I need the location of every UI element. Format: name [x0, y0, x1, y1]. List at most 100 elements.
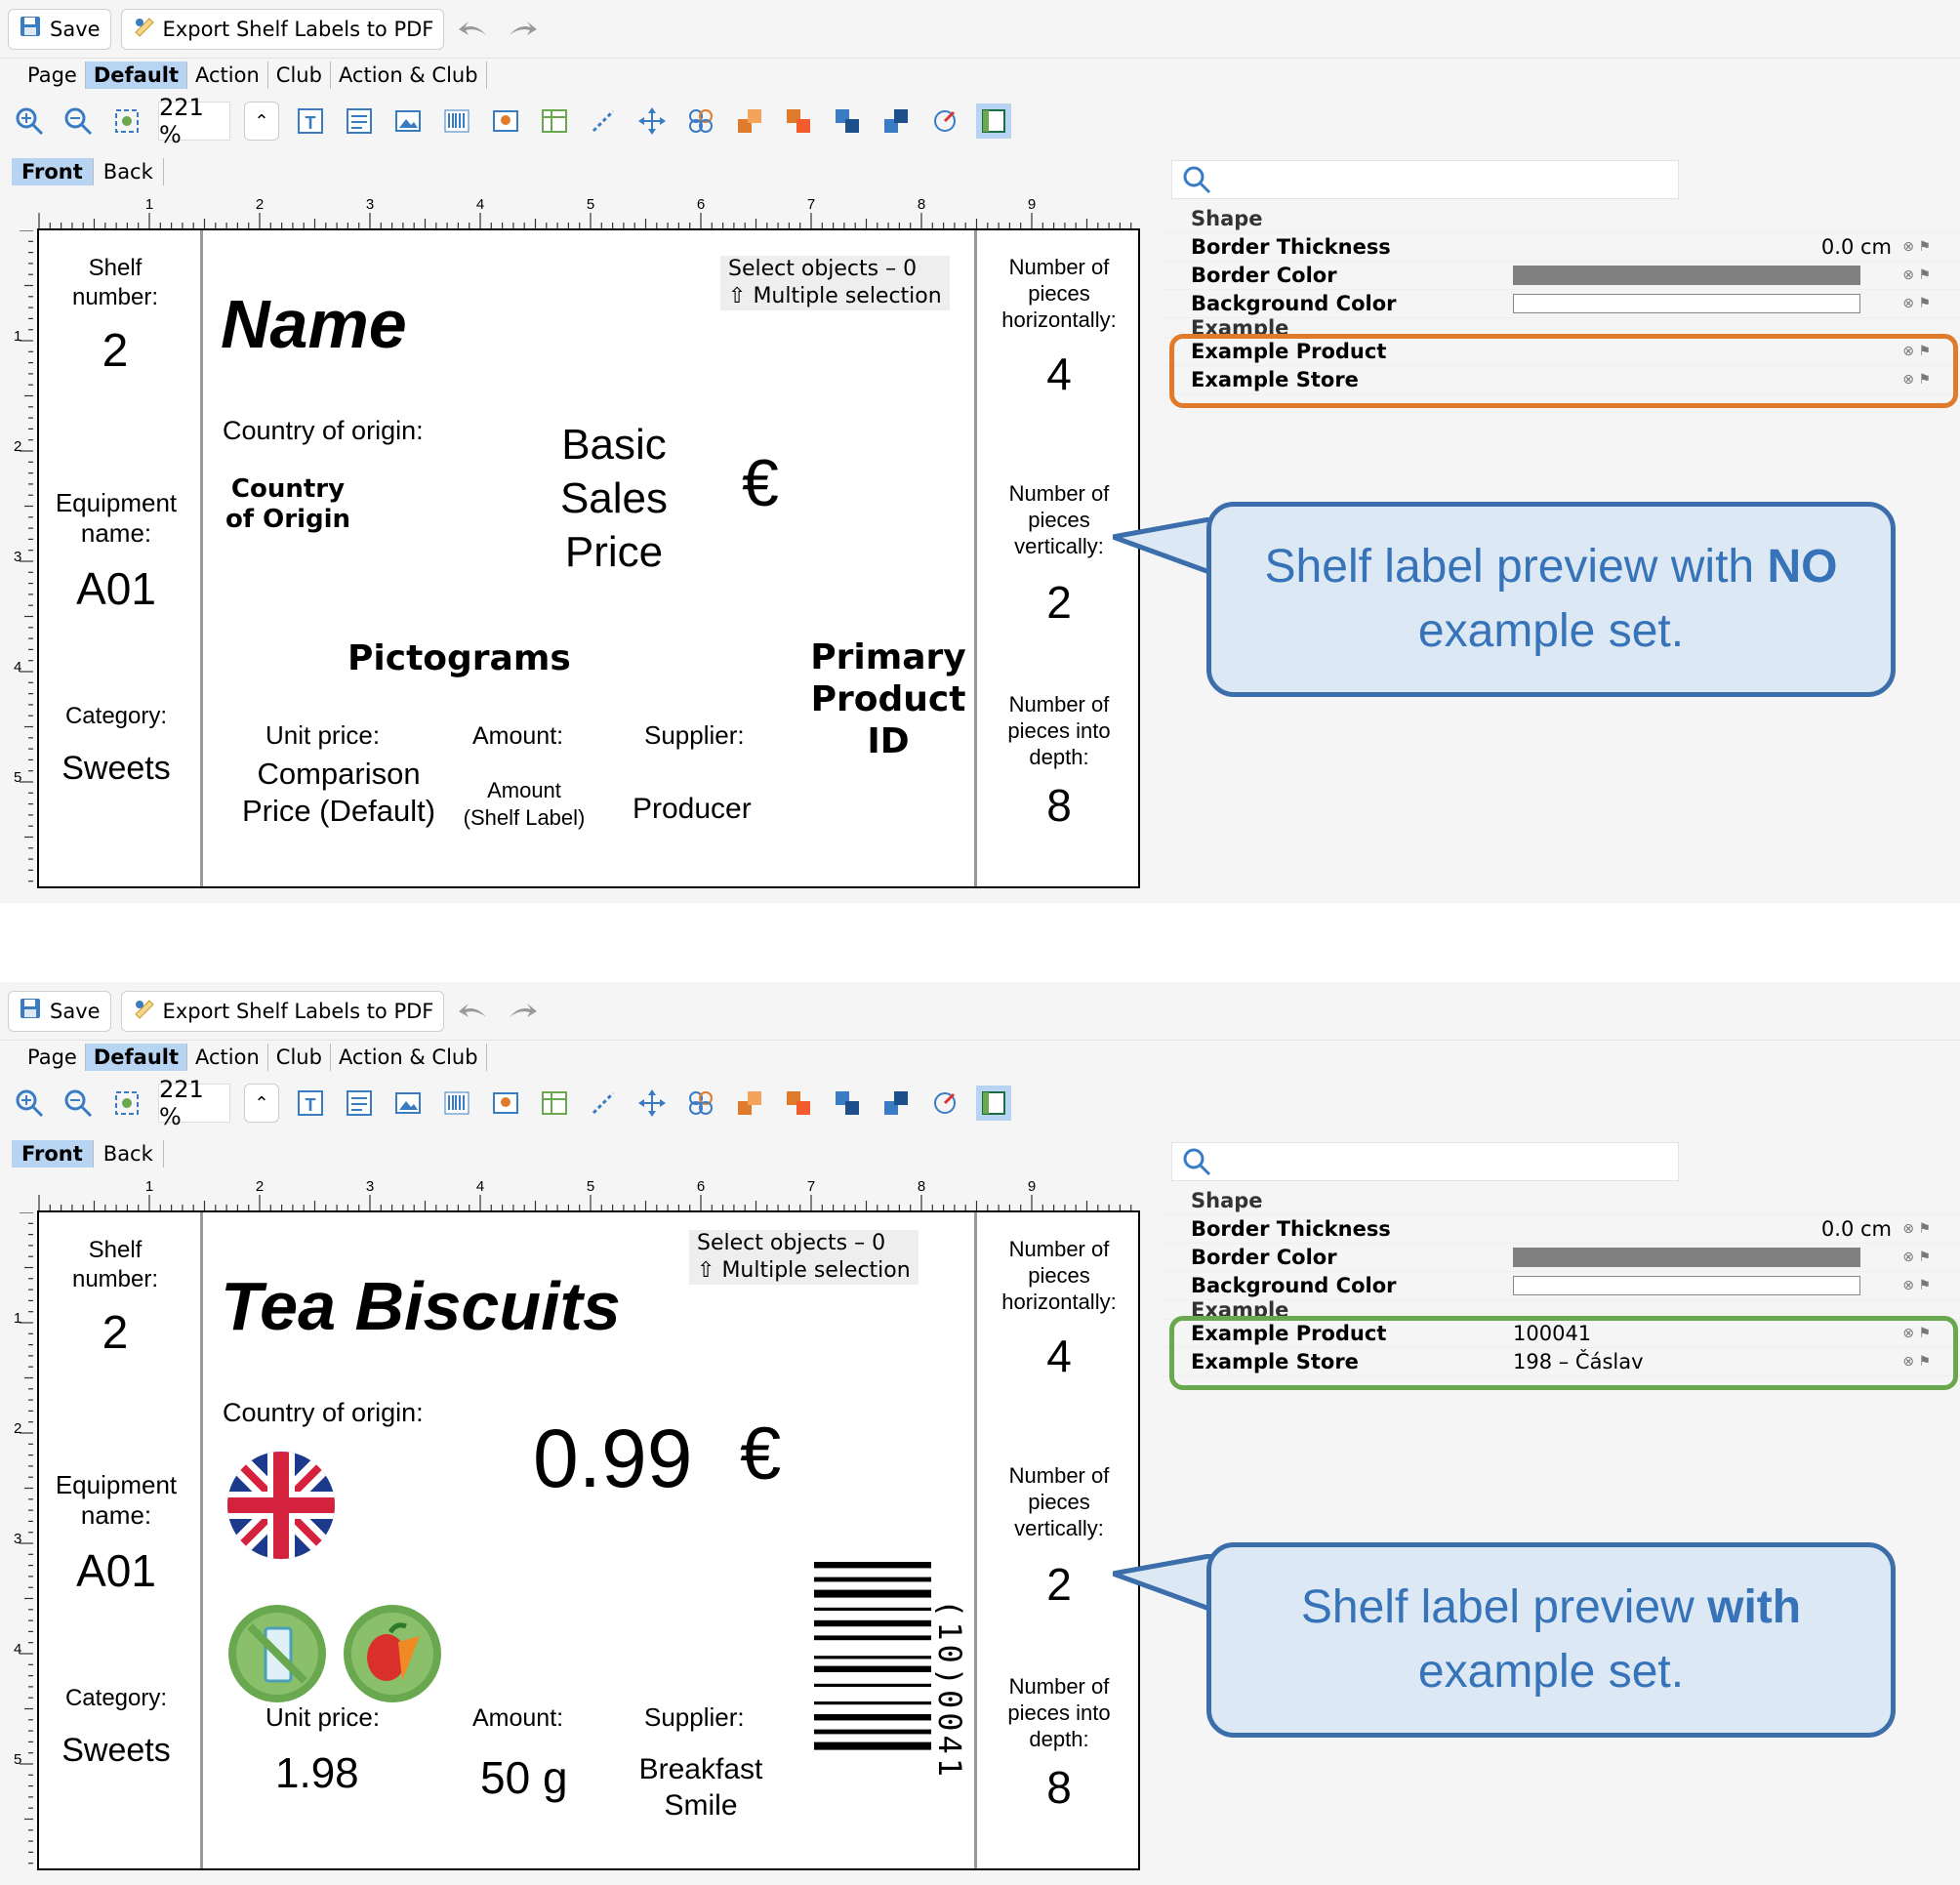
prop-background-color[interactable]: Background Color ⊗ ⚑: [1162, 290, 1960, 318]
group-tool-icon[interactable]: [683, 103, 718, 139]
barcode-bar: [814, 1665, 931, 1672]
reset-icon[interactable]: ⊗ ⚑: [1901, 1250, 1960, 1265]
line-tool-icon[interactable]: [586, 103, 621, 139]
reset-icon[interactable]: ⊗ ⚑: [1901, 1278, 1960, 1293]
prop-border-color[interactable]: Border Color ⊗ ⚑: [1162, 262, 1960, 290]
property-search-input[interactable]: [1171, 160, 1679, 199]
tab-action[interactable]: Action: [187, 1044, 268, 1071]
zoom-out-icon[interactable]: [61, 1086, 96, 1121]
tab-default[interactable]: Default: [85, 1044, 188, 1071]
undo-icon[interactable]: [454, 992, 493, 1031]
prop-border-thickness[interactable]: Border Thickness 0.0 cm ⊗ ⚑: [1162, 233, 1960, 262]
zoom-stepper[interactable]: ⌃: [244, 1084, 279, 1123]
redo-icon[interactable]: [503, 992, 542, 1031]
tab-default[interactable]: Default: [85, 61, 188, 89]
barcode-bar: [814, 1701, 931, 1705]
main-toolbar: Save Export Shelf Labels to PDF: [0, 0, 1960, 59]
move-tool-icon[interactable]: [634, 103, 670, 139]
reset-icon[interactable]: ⊗ ⚑: [1901, 296, 1960, 311]
border-color-swatch[interactable]: [1513, 266, 1860, 285]
bring-forward-icon[interactable]: [732, 103, 767, 139]
zoom-level-field[interactable]: 221 %: [158, 94, 230, 148]
barcode-tool-icon[interactable]: [439, 1086, 474, 1121]
image-tool-icon[interactable]: [390, 1086, 426, 1121]
frame-toggle-icon[interactable]: [976, 103, 1011, 139]
prop-background-color[interactable]: Background Color ⊗ ⚑: [1162, 1272, 1960, 1300]
tab-club[interactable]: Club: [268, 1044, 331, 1071]
line-tool-icon[interactable]: [586, 1086, 621, 1121]
save-button[interactable]: Save: [8, 8, 111, 50]
reset-icon[interactable]: ⊗ ⚑: [1901, 267, 1960, 283]
zoom-stepper[interactable]: ⌃: [244, 102, 279, 141]
zoom-in-icon[interactable]: [12, 103, 47, 139]
group-tool-icon[interactable]: [683, 1086, 718, 1121]
text-tool-icon[interactable]: T: [293, 103, 328, 139]
reset-icon[interactable]: ⊗ ⚑: [1901, 239, 1960, 255]
tab-club[interactable]: Club: [268, 61, 331, 89]
bring-to-front-icon[interactable]: [830, 1086, 865, 1121]
border-color-swatch[interactable]: [1513, 1248, 1860, 1267]
prop-border-thickness[interactable]: Border Thickness 0.0 cm ⊗ ⚑: [1162, 1215, 1960, 1244]
tab-back[interactable]: Back: [94, 158, 164, 185]
move-tool-icon[interactable]: [634, 1086, 670, 1121]
send-to-back-icon[interactable]: [878, 1086, 914, 1121]
export-pdf-button[interactable]: Export Shelf Labels to PDF: [120, 990, 445, 1032]
tab-page[interactable]: Page: [20, 1044, 86, 1071]
ruler-label: 1: [14, 328, 21, 345]
tab-page[interactable]: Page: [20, 61, 86, 89]
zoom-in-icon[interactable]: [12, 1086, 47, 1121]
reset-icon[interactable]: ⊗ ⚑: [1901, 1221, 1960, 1237]
table-tool-icon[interactable]: [537, 1086, 572, 1121]
side-tabs: Front Back: [12, 158, 164, 185]
tab-action-club[interactable]: Action & Club: [331, 1044, 487, 1071]
bring-forward-icon[interactable]: [732, 1086, 767, 1121]
rotate-tool-icon[interactable]: [927, 1086, 962, 1121]
property-search-input[interactable]: [1171, 1142, 1679, 1181]
pictogram-tool-icon[interactable]: [488, 103, 523, 139]
prop-border-color[interactable]: Border Color ⊗ ⚑: [1162, 1244, 1960, 1272]
select-objects-text: Select objects – 0: [728, 257, 918, 281]
label-left-column: Shelf number: 2 Equipment name: A01 Cate…: [39, 230, 203, 886]
tab-front[interactable]: Front: [12, 158, 94, 185]
editor-panel-with-example: Save Export Shelf Labels to PDF Page Def…: [0, 982, 1960, 1885]
pictogram-tool-icon[interactable]: [488, 1086, 523, 1121]
send-backward-icon[interactable]: [781, 103, 816, 139]
image-tool-icon[interactable]: [390, 103, 426, 139]
tab-back[interactable]: Back: [94, 1140, 164, 1168]
tab-action-club[interactable]: Action & Club: [331, 61, 487, 89]
save-button[interactable]: Save: [8, 990, 111, 1032]
redo-icon[interactable]: [503, 10, 542, 49]
textblock-tool-icon[interactable]: [342, 1086, 377, 1121]
text-tool-icon[interactable]: T: [293, 1086, 328, 1121]
design-tools: 221 % ⌃ T: [12, 1076, 1011, 1130]
ruler-label: 8: [918, 1178, 925, 1195]
bring-to-front-icon[interactable]: [830, 103, 865, 139]
rotate-tool-icon[interactable]: [927, 103, 962, 139]
unit-price-value: 1.98: [275, 1749, 359, 1797]
ruler-label: 4: [14, 1641, 21, 1658]
zoom-fit-icon[interactable]: [109, 103, 144, 139]
save-icon: [19, 15, 42, 43]
ruler-label: 5: [587, 1178, 594, 1195]
export-pdf-button[interactable]: Export Shelf Labels to PDF: [120, 8, 445, 50]
label-right-column: Number of pieces horizontally: 4 Number …: [974, 1212, 1138, 1868]
frame-toggle-icon[interactable]: [976, 1086, 1011, 1121]
undo-icon[interactable]: [454, 10, 493, 49]
tab-action[interactable]: Action: [187, 61, 268, 89]
barcode-tool-icon[interactable]: [439, 103, 474, 139]
textblock-tool-icon[interactable]: [342, 103, 377, 139]
category-value: Sweets: [61, 750, 171, 787]
section-shape[interactable]: Shape: [1162, 205, 1960, 233]
zoom-level-field[interactable]: 221 %: [158, 1076, 230, 1130]
send-backward-icon[interactable]: [781, 1086, 816, 1121]
ruler-label: 5: [14, 1751, 21, 1768]
zoom-out-icon[interactable]: [61, 103, 96, 139]
section-shape[interactable]: Shape: [1162, 1187, 1960, 1215]
send-to-back-icon[interactable]: [878, 103, 914, 139]
background-color-swatch[interactable]: [1513, 294, 1860, 313]
tab-front[interactable]: Front: [12, 1140, 94, 1168]
table-tool-icon[interactable]: [537, 103, 572, 139]
background-color-swatch[interactable]: [1513, 1276, 1860, 1295]
ruler-label: 9: [1028, 196, 1036, 213]
zoom-fit-icon[interactable]: [109, 1086, 144, 1121]
